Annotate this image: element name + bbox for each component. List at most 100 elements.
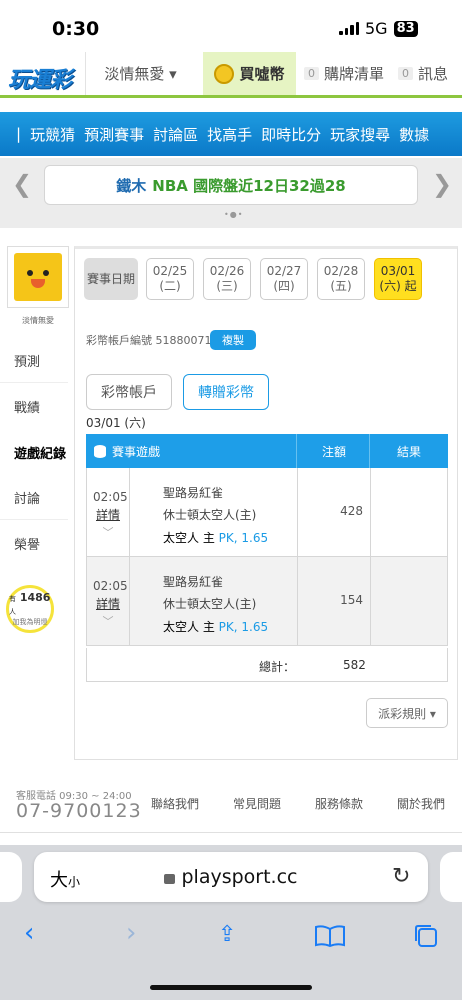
row-pick-odds: PK, 1.65	[218, 531, 269, 545]
ticker-text: NBA 國際盤近12日32過28	[152, 176, 346, 195]
chevron-down-icon[interactable]: ﹀	[93, 613, 123, 631]
divider	[0, 832, 462, 833]
site-logo[interactable]: 玩運彩	[8, 62, 72, 94]
sidebar-item-game-history[interactable]: 遊戲紀錄	[0, 430, 72, 474]
tabs-icon[interactable]	[412, 922, 440, 954]
row-time: 02:05	[93, 579, 128, 593]
sidebar-item-record[interactable]: 戰績	[0, 384, 68, 428]
ticker-team: 鐵木	[116, 176, 147, 195]
nav-divider: |	[16, 125, 22, 143]
table-row: 02:05 詳情 ﹀ 聖路易紅雀 休士頓太空人(主) 太空人 主 PK, 1.6…	[86, 468, 448, 557]
sidebar-item-honor[interactable]: 榮譽	[0, 521, 68, 565]
footer-link-contact[interactable]: 聯絡我們	[151, 795, 199, 812]
bookmarks-icon[interactable]	[314, 924, 346, 952]
nav-item-predict[interactable]: 預測賽事	[84, 124, 144, 145]
date-option-weekday: (三)	[216, 279, 238, 293]
total-amount: 582	[343, 658, 366, 672]
nav-item-data[interactable]: 數據	[399, 124, 429, 145]
ticker-pager-dots: •●•	[224, 210, 244, 219]
nav-item-forum[interactable]: 討論區	[153, 124, 198, 145]
ticker-banner[interactable]: 鐵木 NBA 國際盤近12日32過28	[44, 165, 418, 205]
messages-link[interactable]: 0 訊息	[398, 52, 448, 95]
row-amount: 428	[340, 504, 363, 518]
sidebar-item-discuss[interactable]: 討論	[0, 475, 68, 519]
footer-link-about[interactable]: 關於我們	[397, 795, 445, 812]
row-pick-team: 太空人 主	[163, 620, 215, 634]
date-option-weekday: (六) 起	[379, 279, 417, 293]
row-pick: 太空人 主 PK, 1.65	[163, 618, 268, 635]
table-row: 02:05 詳情 ﹀ 聖路易紅雀 休士頓太空人(主) 太空人 主 PK, 1.6…	[86, 557, 448, 646]
main-nav: | 玩競猜 預測賽事 討論區 找高手 即時比分 玩家搜尋 數據	[0, 112, 462, 156]
row-detail-link[interactable]: 詳情	[93, 506, 123, 524]
url-text: playsport.cc	[181, 866, 298, 888]
buy-coin-label: 買噓幣	[239, 65, 285, 83]
lightbulb-icon[interactable]: 有 1486 人 加我為明燈	[6, 585, 54, 633]
chevron-down-icon[interactable]: ﹀	[93, 524, 123, 542]
home-indicator	[150, 985, 312, 990]
nav-item-experts[interactable]: 找高手	[207, 124, 252, 145]
date-option-weekday: (二)	[159, 279, 181, 293]
date-option-date: 02/26	[209, 264, 245, 278]
coin-icon	[214, 63, 235, 84]
avatar[interactable]	[7, 246, 69, 308]
payout-rules-button[interactable]: 派彩規則 ▾	[366, 698, 448, 728]
battery-icon: 83	[393, 20, 418, 37]
col-header-amount: 注額	[322, 444, 347, 459]
ticker-next-icon[interactable]: ❯	[432, 170, 452, 198]
support-phone[interactable]: 07-9700123	[16, 800, 142, 822]
row-time: 02:05	[93, 490, 128, 504]
account-number: 彩幣帳戶編號 51880071	[86, 334, 212, 347]
buy-coin-button[interactable]: 買噓幣	[203, 52, 296, 95]
ticker-prev-icon[interactable]: ❮	[12, 170, 32, 198]
date-option-date: 02/28	[323, 264, 359, 278]
signal-icon	[339, 22, 359, 35]
divider	[0, 519, 68, 520]
row-away-team: 聖路易紅雀	[163, 575, 224, 589]
current-date: 03/01 (六)	[86, 416, 146, 430]
date-option-weekday: (四)	[273, 279, 295, 293]
date-picker-label: 賽事日期	[84, 258, 138, 300]
site-header: 玩運彩 淡情無愛 ▾ 買噓幣 0 購牌清單 0 訊息	[0, 52, 462, 98]
nav-item-player-search[interactable]: 玩家搜尋	[330, 124, 390, 145]
avatar-image	[14, 253, 62, 301]
message-label: 訊息	[418, 65, 449, 83]
col-header-result: 結果	[397, 444, 422, 459]
divider	[0, 382, 68, 383]
tab-transfer-coin[interactable]: 轉贈彩幣	[183, 374, 269, 410]
nav-item-live-score[interactable]: 即時比分	[261, 124, 321, 145]
footer-link-faq[interactable]: 常見問題	[233, 795, 281, 812]
date-option-selected[interactable]: 03/01 (六) 起	[374, 258, 422, 300]
message-count: 0	[398, 67, 413, 80]
help-prefix: 有	[9, 595, 16, 603]
user-dropdown[interactable]: 淡情無愛 ▾	[85, 52, 195, 95]
total-label: 總計：	[259, 660, 296, 674]
total-row: 總計： 582	[86, 648, 448, 682]
row-home-team: 休士頓太空人(主)	[163, 597, 257, 611]
date-option[interactable]: 02/28 (五)	[317, 258, 365, 300]
forward-icon[interactable]: ›	[126, 918, 136, 948]
date-option-date: 02/27	[266, 264, 302, 278]
date-option-date: 03/01	[380, 264, 416, 278]
date-option[interactable]: 02/25 (二)	[146, 258, 194, 300]
help-text: 加我為明燈	[12, 618, 48, 626]
share-icon[interactable]: ⇪	[218, 922, 236, 947]
tab-coin-account[interactable]: 彩幣帳戶	[86, 374, 172, 410]
row-detail-link[interactable]: 詳情	[93, 595, 123, 613]
status-bar: 0:30 5G 83	[0, 0, 462, 52]
reload-icon[interactable]: ↻	[392, 864, 410, 889]
footer-link-terms[interactable]: 服務條款	[315, 795, 363, 812]
lock-icon	[164, 874, 176, 884]
date-option[interactable]: 02/27 (四)	[260, 258, 308, 300]
status-network: 5G 83	[339, 19, 418, 38]
row-pick-team: 太空人 主	[163, 531, 215, 545]
copy-button[interactable]: 複製	[210, 330, 256, 350]
date-option-weekday: (五)	[330, 279, 352, 293]
date-option-date: 02/25	[152, 264, 188, 278]
back-icon[interactable]: ‹	[24, 918, 34, 948]
purchase-list-link[interactable]: 0 購牌清單	[304, 52, 384, 95]
date-option[interactable]: 02/26 (三)	[203, 258, 251, 300]
row-home-team: 休士頓太空人(主)	[163, 508, 257, 522]
sidebar-item-predict[interactable]: 預測	[0, 338, 68, 382]
nav-item-guess[interactable]: 玩競猜	[30, 124, 75, 145]
help-count: 1486	[19, 591, 51, 604]
